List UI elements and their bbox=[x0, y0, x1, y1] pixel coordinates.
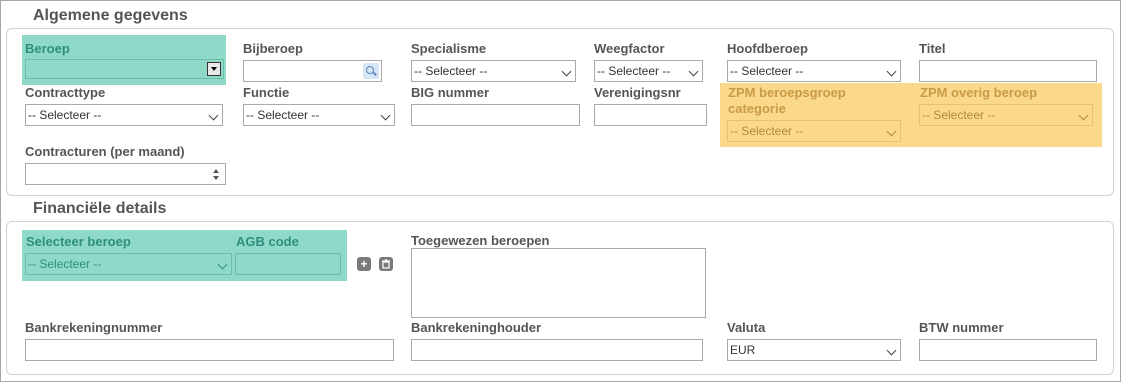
functie-label: Functie bbox=[243, 85, 290, 100]
chevron-down-icon bbox=[208, 110, 219, 121]
weegfactor-value: -- Selecteer -- bbox=[597, 64, 671, 78]
bankrekeninghouder-input[interactable] bbox=[411, 339, 703, 361]
valuta-value: EUR bbox=[730, 343, 756, 357]
contracttype-value: -- Selecteer -- bbox=[28, 108, 102, 122]
toegewezen-beroepen-label: Toegewezen beroepen bbox=[411, 233, 550, 248]
section-title-general: Algemene gegevens bbox=[33, 7, 188, 24]
zpm-beroepsgroep-value: -- Selecteer -- bbox=[730, 124, 804, 138]
stepper-icon[interactable] bbox=[210, 166, 222, 182]
selecteer-beroep-value: -- Selecteer -- bbox=[28, 257, 102, 271]
bijberoep-label: Bijberoep bbox=[243, 41, 303, 56]
chevron-down-icon bbox=[886, 126, 897, 137]
agb-code-input[interactable] bbox=[235, 253, 341, 275]
zpm-beroepsgroep-select[interactable]: -- Selecteer -- bbox=[727, 120, 901, 142]
contracttype-label: Contracttype bbox=[25, 85, 106, 100]
contracttype-select[interactable]: -- Selecteer -- bbox=[25, 104, 223, 126]
contracturen-input[interactable] bbox=[25, 163, 226, 185]
chevron-down-icon bbox=[217, 259, 228, 270]
hoofdberoep-select[interactable]: -- Selecteer -- bbox=[727, 60, 901, 82]
beroep-dropdown-icon[interactable] bbox=[207, 62, 221, 76]
chevron-down-icon bbox=[886, 66, 897, 77]
selecteer-beroep-select[interactable]: -- Selecteer -- bbox=[25, 253, 232, 275]
bankrekeningnummer-input[interactable] bbox=[25, 339, 394, 361]
search-icon[interactable] bbox=[363, 63, 379, 79]
bankrekeningnummer-label: Bankrekeningnummer bbox=[25, 320, 163, 335]
section-title-financial: Financiële details bbox=[33, 200, 167, 217]
btw-nummer-input[interactable] bbox=[919, 339, 1097, 361]
agb-code-label: AGB code bbox=[236, 234, 299, 249]
big-nummer-label: BIG nummer bbox=[411, 85, 490, 100]
verenigingsnr-input[interactable] bbox=[594, 104, 707, 126]
add-icon[interactable]: + bbox=[357, 257, 371, 271]
chevron-down-icon bbox=[886, 345, 897, 356]
functie-value: -- Selecteer -- bbox=[246, 108, 320, 122]
valuta-label: Valuta bbox=[727, 320, 766, 335]
toegewezen-beroepen-list[interactable] bbox=[411, 248, 706, 318]
titel-input[interactable] bbox=[919, 60, 1097, 82]
zpm-beroepsgroep-label-line1: ZPM beroepsgroep bbox=[728, 85, 846, 100]
btw-nummer-label: BTW nummer bbox=[919, 320, 1004, 335]
selecteer-beroep-label: Selecteer beroep bbox=[26, 234, 131, 249]
specialisme-label: Specialisme bbox=[411, 41, 487, 56]
functie-select[interactable]: -- Selecteer -- bbox=[243, 104, 395, 126]
chevron-down-icon bbox=[688, 66, 699, 77]
chevron-down-icon bbox=[1078, 110, 1089, 121]
specialisme-value: -- Selecteer -- bbox=[414, 64, 488, 78]
bankrekeninghouder-label: Bankrekeninghouder bbox=[411, 320, 542, 335]
zpm-overig-select[interactable]: -- Selecteer -- bbox=[919, 104, 1093, 126]
zpm-overig-label: ZPM overig beroep bbox=[920, 85, 1038, 100]
specialisme-select[interactable]: -- Selecteer -- bbox=[411, 60, 576, 82]
hoofdberoep-label: Hoofdberoep bbox=[727, 41, 808, 56]
chevron-down-icon bbox=[380, 110, 391, 121]
contracturen-label: Contracturen (per maand) bbox=[25, 144, 185, 159]
weegfactor-select[interactable]: -- Selecteer -- bbox=[594, 60, 703, 82]
beroep-field[interactable] bbox=[25, 59, 224, 79]
hoofdberoep-value: -- Selecteer -- bbox=[730, 64, 804, 78]
beroep-label: Beroep bbox=[25, 41, 70, 56]
weegfactor-label: Weegfactor bbox=[594, 41, 665, 56]
titel-label: Titel bbox=[919, 41, 946, 56]
verenigingsnr-label: Verenigingsnr bbox=[594, 85, 681, 100]
zpm-beroepsgroep-label-line2: categorie bbox=[728, 101, 786, 116]
valuta-select[interactable]: EUR bbox=[727, 339, 901, 361]
trash-icon[interactable] bbox=[379, 257, 393, 271]
big-nummer-input[interactable] bbox=[411, 104, 580, 126]
chevron-down-icon bbox=[561, 66, 572, 77]
zpm-overig-value: -- Selecteer -- bbox=[922, 108, 996, 122]
bijberoep-input[interactable] bbox=[243, 60, 382, 82]
